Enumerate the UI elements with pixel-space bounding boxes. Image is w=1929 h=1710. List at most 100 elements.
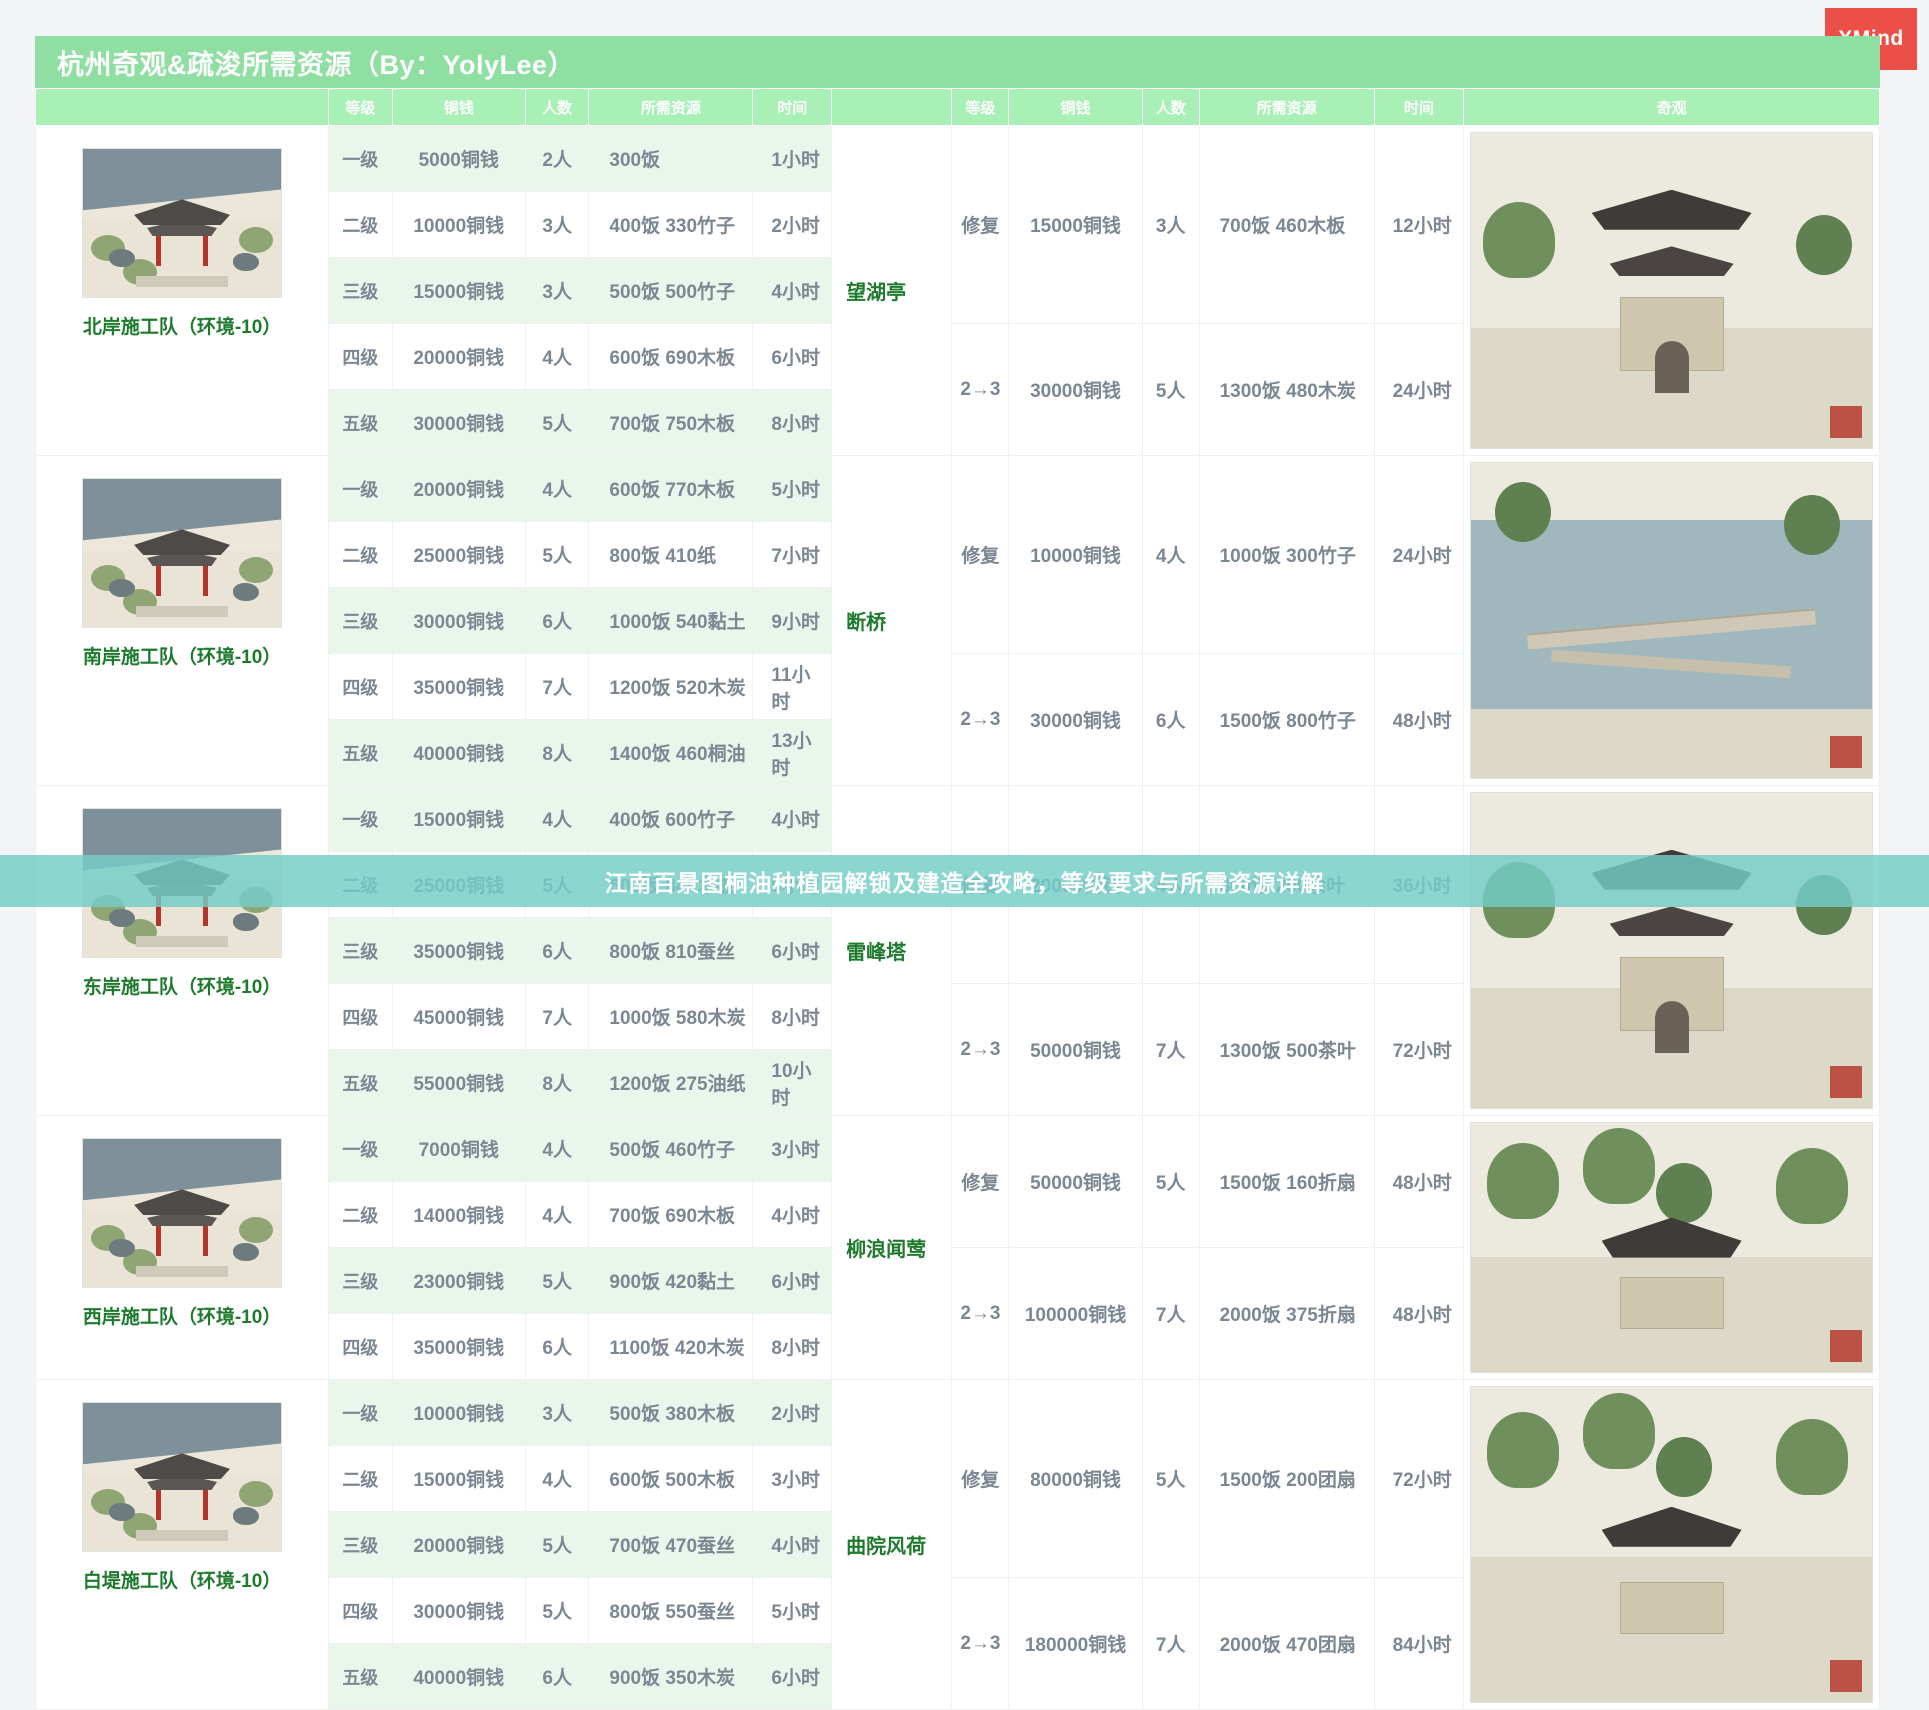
- cell-time: 6小时: [752, 1247, 833, 1314]
- wonder-cell-time: 48小时: [1373, 653, 1465, 786]
- wonder-cell-resources: 1500饭 160折扇: [1198, 1115, 1375, 1248]
- wonder-name: 曲院风荷: [831, 1379, 953, 1710]
- cell-people: 8人: [524, 1049, 590, 1116]
- wonder-image-cell: [1463, 1379, 1880, 1710]
- cell-resources: 400饭 600竹子: [588, 785, 754, 852]
- sheet-title-bar: 杭州奇观&疏浚所需资源（By：YolyLee）: [35, 36, 1880, 88]
- wonder-cell-stage: 修复: [951, 125, 1010, 324]
- wonder-image-cell: [1463, 455, 1880, 786]
- cell-coins: 10000铜钱: [391, 191, 526, 258]
- cell-people: 7人: [524, 983, 590, 1050]
- team-cell: 南岸施工队（环境-10）: [34, 455, 330, 786]
- cell-time: 4小时: [752, 257, 833, 324]
- team-name: 东岸施工队（环境-10）: [82, 977, 282, 998]
- wonder-cell-time: 84小时: [1373, 1577, 1465, 1710]
- cell-time: 1小时: [752, 125, 833, 192]
- cell-level: 二级: [328, 1181, 393, 1248]
- wonder-illustration: [1470, 132, 1873, 449]
- wonder-cell-coins: 180000铜钱: [1008, 1577, 1143, 1710]
- header-wonder-people: 人数: [1141, 88, 1200, 126]
- cell-time: 4小时: [752, 1181, 833, 1248]
- cell-coins: 14000铜钱: [391, 1181, 526, 1248]
- wonder-illustration: [1470, 792, 1873, 1109]
- wonder-cell-people: 7人: [1141, 1247, 1200, 1380]
- header-resources: 所需资源: [588, 88, 754, 126]
- cell-time: 8小时: [752, 983, 833, 1050]
- team-cell: 白堤施工队（环境-10）: [34, 1379, 330, 1710]
- wonder-image-cell: [1463, 125, 1880, 456]
- wonder-cell-people: 5人: [1141, 1379, 1200, 1578]
- wonder-cell-time: 24小时: [1373, 455, 1465, 654]
- cell-time: 3小时: [752, 1115, 833, 1182]
- cell-people: 8人: [524, 719, 590, 786]
- cell-time: 4小时: [752, 785, 833, 852]
- cell-coins: 45000铜钱: [391, 983, 526, 1050]
- wonder-cell-people: 7人: [1141, 1577, 1200, 1710]
- cell-time: 4小时: [752, 1511, 833, 1578]
- header-wonder-time: 时间: [1373, 88, 1465, 126]
- table-row: 南岸施工队（环境-10） 一级 20000铜钱 4人 600饭 770木板 5小时 断桥 修复…: [34, 455, 1880, 786]
- cell-resources: 1000饭 580木炭: [588, 983, 754, 1050]
- wonder-cell-time: 72小时: [1373, 1379, 1465, 1578]
- wonder-illustration: [1470, 462, 1873, 779]
- cell-resources: 500饭 500竹子: [588, 257, 754, 324]
- cell-level: 五级: [328, 1049, 393, 1116]
- wonder-illustration: [1470, 1122, 1873, 1373]
- wonder-cell-time: 48小时: [1373, 1247, 1465, 1380]
- cell-people: 4人: [524, 455, 590, 522]
- table-header: 等级 铜钱 人数 所需资源 时间 等级 铜钱 人数 所需资源 时间 奇观: [34, 88, 1880, 126]
- cell-time: 2小时: [752, 1379, 833, 1446]
- wonder-cell-stage: 修复: [951, 1379, 1010, 1578]
- cell-level: 三级: [328, 587, 393, 654]
- cell-time: 8小时: [752, 389, 833, 456]
- cell-people: 4人: [524, 1181, 590, 1248]
- cell-level: 四级: [328, 1313, 393, 1380]
- wonder-cell-stage: 2→3: [951, 323, 1010, 456]
- wonder-image-cell: [1463, 785, 1880, 1116]
- cell-people: 6人: [524, 917, 590, 984]
- header-wonder-coins: 铜钱: [1008, 88, 1143, 126]
- page-title: 杭州奇观&疏浚所需资源（By：YolyLee）: [57, 49, 576, 80]
- cell-coins: 15000铜钱: [391, 785, 526, 852]
- cell-coins: 30000铜钱: [391, 389, 526, 456]
- cell-people: 4人: [524, 323, 590, 390]
- team-thumbnail: [82, 478, 283, 628]
- cell-coins: 23000铜钱: [391, 1247, 526, 1314]
- cell-people: 5人: [524, 521, 590, 588]
- cell-people: 3人: [524, 1379, 590, 1446]
- wonder-cell-stage: 2→3: [951, 1577, 1010, 1710]
- cell-coins: 7000铜钱: [391, 1115, 526, 1182]
- team-name: 北岸施工队（环境-10）: [82, 317, 282, 338]
- wonder-cell-coins: 15000铜钱: [1008, 125, 1143, 324]
- wonder-cell-stage: 修复: [951, 455, 1010, 654]
- cell-coins: 5000铜钱: [391, 125, 526, 192]
- overlay-banner: 江南百景图桐油种植园解锁及建造全攻略，等级要求与所需资源详解: [0, 855, 1929, 907]
- wonder-cell-coins: 100000铜钱: [1008, 1247, 1143, 1380]
- cell-time: 10小时: [752, 1049, 833, 1116]
- wonder-cell-stage: 修复: [951, 1115, 1010, 1248]
- wonder-cell-coins: 30000铜钱: [1008, 653, 1143, 786]
- cell-level: 一级: [328, 455, 393, 522]
- cell-coins: 35000铜钱: [391, 917, 526, 984]
- cell-time: 5小时: [752, 455, 833, 522]
- cell-level: 五级: [328, 1643, 393, 1710]
- cell-people: 6人: [524, 587, 590, 654]
- wonder-cell-resources: 1500饭 800竹子: [1198, 653, 1375, 786]
- table-row: 东岸施工队（环境-10）一级15000铜钱4人400饭 600竹子4小时雷峰塔修…: [34, 785, 1880, 1116]
- wonder-cell-time: 72小时: [1373, 983, 1465, 1116]
- cell-level: 四级: [328, 983, 393, 1050]
- cell-resources: 600饭 690木板: [588, 323, 754, 390]
- cell-people: 7人: [524, 653, 590, 720]
- cell-time: 5小时: [752, 1577, 833, 1644]
- cell-level: 三级: [328, 1511, 393, 1578]
- cell-time: 3小时: [752, 1445, 833, 1512]
- cell-resources: 700饭 690木板: [588, 1181, 754, 1248]
- cell-level: 三级: [328, 1247, 393, 1314]
- wonder-cell-people: 4人: [1141, 455, 1200, 654]
- cell-people: 5人: [524, 1247, 590, 1314]
- cell-resources: 800饭 410纸: [588, 521, 754, 588]
- cell-level: 四级: [328, 323, 393, 390]
- cell-resources: 400饭 330竹子: [588, 191, 754, 258]
- cell-time: 2小时: [752, 191, 833, 258]
- team-cell: 西岸施工队（环境-10）: [34, 1115, 330, 1380]
